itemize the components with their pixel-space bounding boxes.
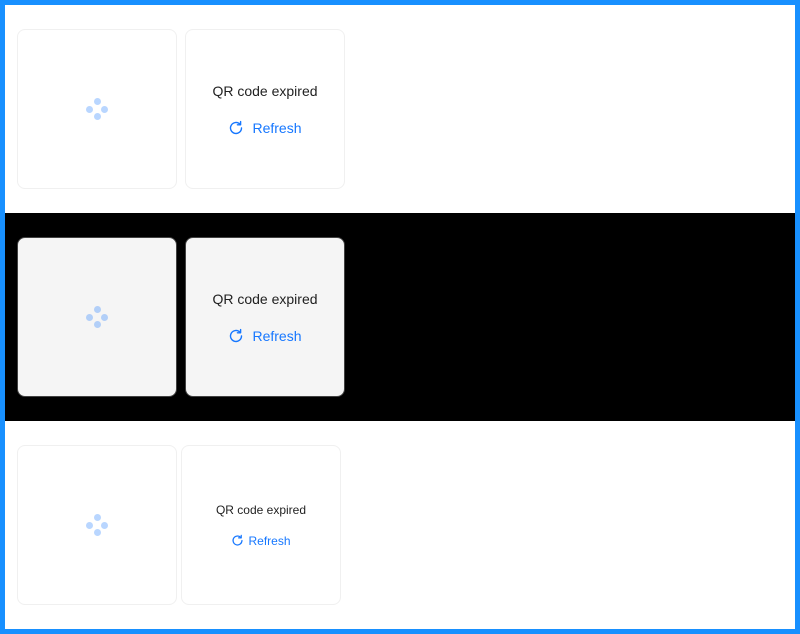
- refresh-button[interactable]: Refresh: [228, 117, 302, 139]
- loading-dots-icon: [86, 514, 108, 536]
- qr-card-expired: QR code expired Refresh: [185, 29, 345, 189]
- qr-card-loading: [17, 237, 177, 397]
- refresh-label: Refresh: [248, 533, 291, 548]
- loading-dots-icon: [86, 98, 108, 120]
- qr-row-dark: QR code expired Refresh: [5, 213, 795, 421]
- qr-row-light: QR code expired Refresh: [5, 5, 795, 213]
- refresh-icon: [230, 328, 243, 342]
- qr-expired-overlay: QR code expired Refresh: [182, 446, 340, 604]
- qr-card-loading: [17, 29, 177, 189]
- refresh-button[interactable]: Refresh: [231, 531, 291, 551]
- qr-expired-overlay: QR code expired Refresh: [186, 30, 344, 188]
- qr-row-small: QR code expired Refresh: [5, 421, 795, 629]
- qr-expired-text: QR code expired: [212, 290, 318, 307]
- qr-expired-text: QR code expired: [215, 502, 307, 517]
- demo-frame: QR code expired Refresh QR code expired: [0, 0, 800, 634]
- refresh-button[interactable]: Refresh: [228, 325, 302, 347]
- refresh-icon: [230, 120, 243, 134]
- refresh-icon: [232, 534, 244, 546]
- qr-card-expired: QR code expired Refresh: [185, 237, 345, 397]
- qr-expired-text: QR code expired: [212, 82, 318, 99]
- qr-expired-overlay: QR code expired Refresh: [186, 238, 344, 396]
- qr-card-expired: QR code expired Refresh: [181, 445, 341, 605]
- qr-card-loading: [17, 445, 177, 605]
- refresh-label: Refresh: [252, 327, 302, 344]
- refresh-label: Refresh: [252, 119, 302, 136]
- loading-dots-icon: [86, 306, 108, 328]
